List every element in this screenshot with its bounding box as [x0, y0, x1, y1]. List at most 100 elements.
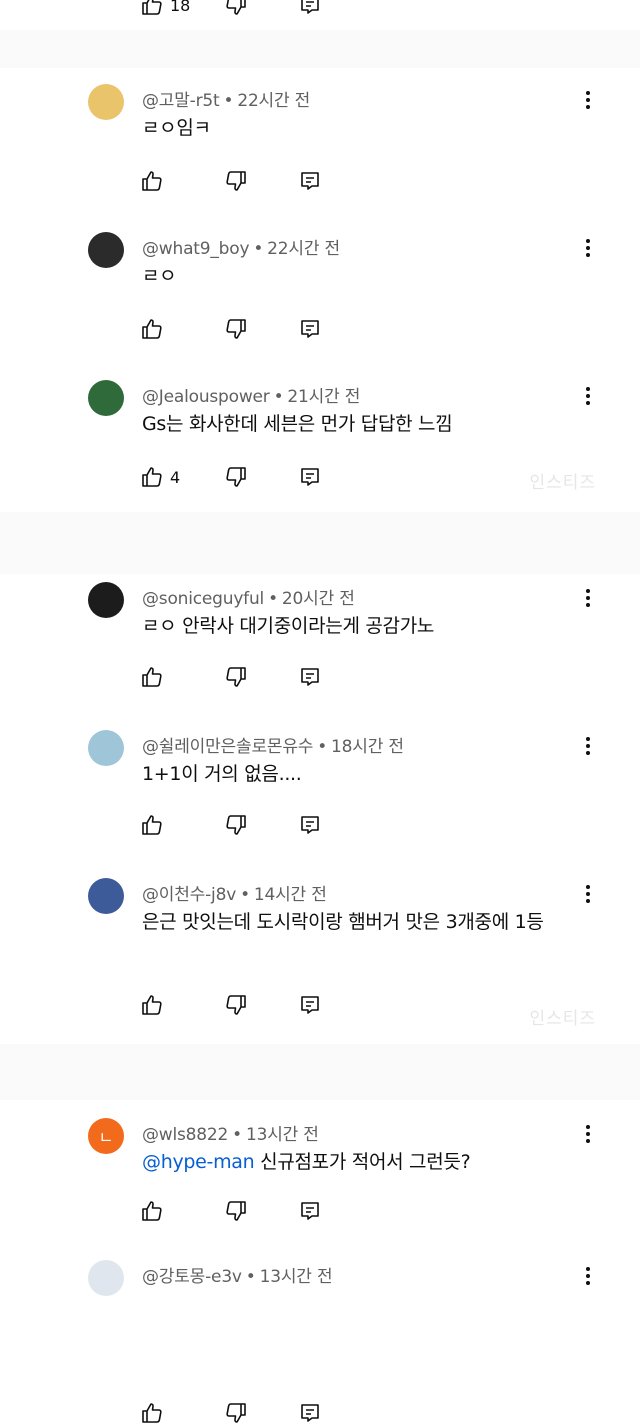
more-options-button[interactable] — [580, 1122, 596, 1146]
comment-text: ㄹㅇ — [142, 260, 582, 292]
reply-button[interactable] — [298, 316, 322, 342]
dislike-button[interactable] — [224, 812, 248, 838]
more-dot — [586, 1132, 590, 1136]
more-dot — [586, 1139, 590, 1143]
dislike-button[interactable] — [224, 0, 248, 18]
like-button[interactable] — [140, 1400, 170, 1426]
comment-actions: 4 — [140, 464, 319, 490]
comment-author[interactable]: @wls8822 — [142, 1125, 228, 1145]
avatar[interactable] — [88, 380, 124, 416]
separator: • — [253, 239, 264, 259]
more-options-button[interactable] — [580, 882, 596, 906]
avatar-letter: ㄴ — [98, 1128, 114, 1147]
comment-text: @hype-man 신규점포가 적어서 그런듯? — [142, 1146, 582, 1178]
more-options-button[interactable] — [580, 88, 596, 112]
comment-time[interactable]: 22시간 전 — [267, 239, 340, 259]
comment-time[interactable]: 18시간 전 — [331, 737, 404, 757]
like-button[interactable] — [140, 664, 170, 690]
avatar[interactable] — [88, 582, 124, 618]
reply-icon — [301, 1202, 319, 1220]
comment-time[interactable]: 13시간 전 — [246, 1125, 319, 1145]
comment-actions: 18 — [140, 0, 319, 18]
comment-meta: @soniceguyful • 20시간 전 — [142, 584, 355, 609]
reply-button[interactable] — [298, 992, 322, 1018]
comment-time[interactable]: 21시간 전 — [287, 387, 360, 407]
comment-author[interactable]: @what9_boy — [142, 239, 250, 259]
reply-icon — [301, 468, 319, 486]
thumbs-down-icon — [226, 1201, 246, 1221]
reply-icon — [301, 816, 319, 834]
more-dot — [586, 91, 590, 95]
more-options-button[interactable] — [580, 734, 596, 758]
comment-author[interactable]: @이천수-j8v — [142, 885, 236, 905]
separator: • — [317, 737, 328, 757]
comment-time[interactable]: 14시간 전 — [254, 885, 327, 905]
comment-time[interactable]: 22시간 전 — [237, 91, 310, 111]
comment-actions — [140, 664, 319, 690]
dislike-button[interactable] — [224, 316, 248, 342]
comment-author[interactable]: @고말-r5t — [142, 91, 220, 111]
thumbs-up-icon — [142, 319, 162, 339]
reply-button[interactable] — [298, 1400, 322, 1426]
thumbs-up-icon — [142, 467, 162, 487]
reply-icon — [301, 668, 319, 686]
comment-text: ㄹㅇ 안락사 대기중이라는게 공감가노 — [142, 610, 582, 642]
separator: • — [223, 91, 234, 111]
avatar[interactable] — [88, 84, 124, 120]
more-dot — [586, 401, 590, 405]
thumbs-up-icon — [142, 1201, 162, 1221]
dislike-button[interactable] — [224, 664, 248, 690]
comment-actions — [140, 1400, 319, 1426]
comment-author[interactable]: @Jealouspower — [142, 387, 270, 407]
more-dot — [586, 751, 590, 755]
more-dot — [586, 98, 590, 102]
like-button[interactable]: 18 — [140, 0, 190, 18]
more-options-button[interactable] — [580, 586, 596, 610]
thumbs-down-icon — [226, 995, 246, 1015]
dislike-button[interactable] — [224, 992, 248, 1018]
avatar[interactable]: ㄴ — [88, 1118, 124, 1154]
comment-actions — [140, 316, 319, 342]
reply-button[interactable] — [298, 168, 322, 194]
thumbs-up-icon — [142, 171, 162, 191]
reply-button[interactable] — [298, 1198, 322, 1224]
thumbs-up-icon — [142, 0, 162, 15]
comment-meta: @강토몽-e3v • 13시간 전 — [142, 1262, 333, 1287]
comment-meta: @Jealouspower • 21시간 전 — [142, 382, 360, 407]
reply-icon — [301, 996, 319, 1014]
comment-time[interactable]: 20시간 전 — [282, 589, 355, 609]
dislike-button[interactable] — [224, 168, 248, 194]
comment-time[interactable]: 13시간 전 — [260, 1267, 333, 1287]
more-dot — [586, 387, 590, 391]
avatar[interactable] — [88, 730, 124, 766]
like-button[interactable] — [140, 168, 170, 194]
comment-author[interactable]: @soniceguyful — [142, 589, 264, 609]
reply-button[interactable] — [298, 664, 322, 690]
comment-author[interactable]: @쉴레이만은솔로몬유수 — [142, 737, 313, 757]
comment-actions — [140, 168, 319, 194]
reply-button[interactable] — [298, 464, 322, 490]
dislike-button[interactable] — [224, 1400, 248, 1426]
like-button[interactable]: 4 — [140, 464, 180, 490]
comment-mention[interactable]: @hype-man — [142, 1151, 255, 1173]
thumbs-down-icon — [226, 467, 246, 487]
comment-author[interactable]: @강토몽-e3v — [142, 1267, 242, 1287]
reply-icon — [301, 172, 319, 190]
more-dot — [586, 1281, 590, 1285]
more-dot — [586, 744, 590, 748]
like-button[interactable] — [140, 316, 170, 342]
more-options-button[interactable] — [580, 384, 596, 408]
like-button[interactable] — [140, 992, 170, 1018]
more-options-button[interactable] — [580, 236, 596, 260]
like-button[interactable] — [140, 812, 170, 838]
dislike-button[interactable] — [224, 464, 248, 490]
more-options-button[interactable] — [580, 1264, 596, 1288]
reply-button[interactable] — [298, 812, 322, 838]
avatar[interactable] — [88, 1260, 124, 1296]
like-button[interactable] — [140, 1198, 170, 1224]
avatar[interactable] — [88, 232, 124, 268]
comment-body: 은근 맛잇는데 도시락이랑 햄버거 맛은 3개중에 1등 — [142, 911, 544, 933]
avatar[interactable] — [88, 878, 124, 914]
dislike-button[interactable] — [224, 1198, 248, 1224]
reply-button[interactable] — [298, 0, 322, 18]
